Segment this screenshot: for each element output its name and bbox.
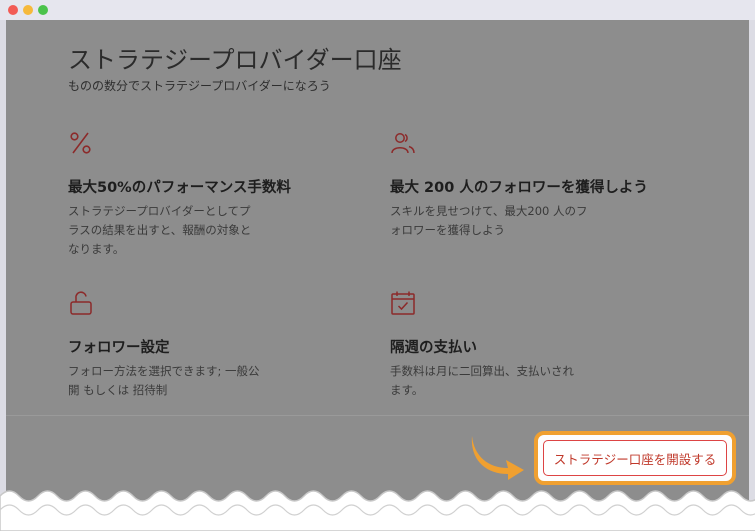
- feature-description-line: 開 もしくは 招待制: [68, 383, 168, 397]
- feature-title: 最大 200 人のフォロワーを獲得しよう: [390, 180, 648, 196]
- feature-description-line: なります。: [68, 242, 125, 256]
- feature-description: フォロー方法を選択できます; 一般公 開 もしくは 招待制: [68, 362, 283, 400]
- maximize-window-button[interactable]: [38, 5, 48, 15]
- feature-description: ストラテジープロバイダーとしてプ ラスの結果を出すと、報酬の対象と なります。: [68, 202, 283, 259]
- cta-highlight: ストラテジー口座を開設する: [534, 431, 736, 485]
- feature-description-line: ラスの結果を出すと、報酬の対象と: [68, 223, 252, 237]
- feature-description-line: スキルを見せつけて、最大200 人のフ: [390, 204, 588, 218]
- footer-divider: [6, 415, 749, 416]
- page-title: ストラテジープロバイダー口座: [68, 46, 402, 74]
- users-icon: [391, 133, 415, 154]
- app-window: ストラテジープロバイダー口座 ものの数分でストラテジープロバイダーになろう 最大…: [0, 0, 755, 531]
- page-subtitle: ものの数分でストラテジープロバイダーになろう: [68, 79, 331, 93]
- page-content: ストラテジープロバイダー口座 ものの数分でストラテジープロバイダーになろう 最大…: [6, 20, 749, 531]
- feature-title: 最大50%のパフォーマンス手数料: [68, 180, 291, 196]
- feature-description-line: フォロー方法を選択できます; 一般公: [68, 364, 260, 378]
- unlock-icon: [70, 291, 92, 315]
- feature-description-line: ます。: [390, 383, 424, 397]
- close-window-button[interactable]: [8, 5, 18, 15]
- feature-description-line: 手数料は月に二回算出、支払いされ: [390, 364, 574, 378]
- feature-description-line: ストラテジープロバイダーとしてプ: [68, 204, 251, 218]
- feature-description-line: ォロワーを獲得しよう: [390, 223, 505, 237]
- percent-icon: [70, 132, 91, 154]
- feature-title: フォロワー設定: [68, 340, 170, 356]
- feature-title: 隔週の支払い: [390, 340, 477, 356]
- torn-edge-decoration: [0, 490, 755, 531]
- pointer-arrow-icon: [471, 436, 524, 480]
- minimize-window-button[interactable]: [23, 5, 33, 15]
- calendar-check-icon: [391, 291, 415, 315]
- feature-description: スキルを見せつけて、最大200 人のフ ォロワーを獲得しよう: [390, 202, 605, 240]
- feature-description: 手数料は月に二回算出、支払いされ ます。: [390, 362, 605, 400]
- title-bar: [0, 0, 755, 20]
- open-strategy-account-button[interactable]: ストラテジー口座を開設する: [543, 440, 727, 476]
